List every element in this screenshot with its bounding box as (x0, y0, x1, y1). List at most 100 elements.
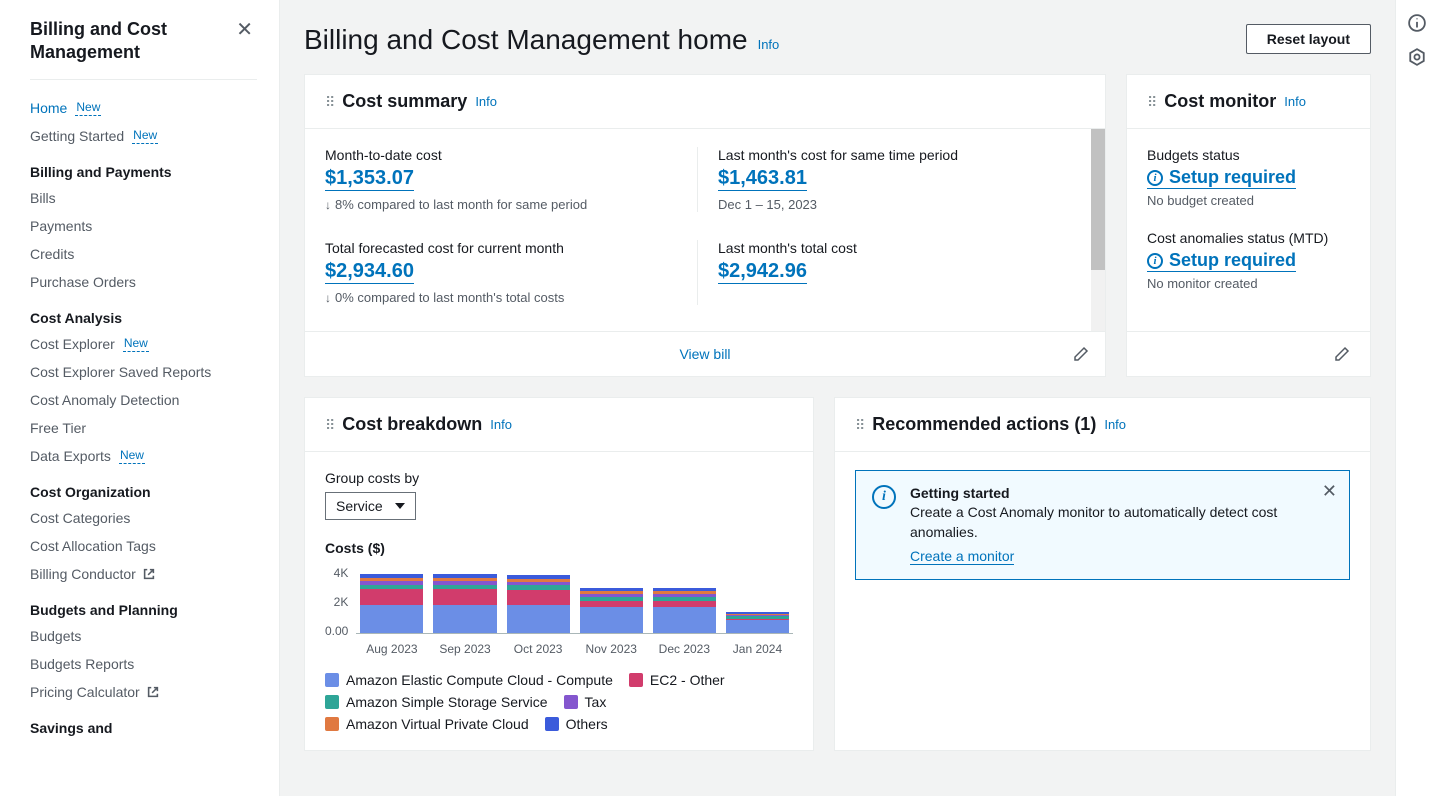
cost-monitor-title: Cost monitor (1164, 91, 1276, 112)
chevron-down-icon (395, 503, 405, 509)
external-link-icon (146, 685, 160, 699)
page-info-link[interactable]: Info (758, 37, 780, 52)
metric-label: Last month's cost for same time period (718, 147, 1051, 163)
legend-swatch (325, 717, 339, 731)
sidebar-item-billing-conductor[interactable]: Billing Conductor (30, 560, 257, 588)
x-axis-label: Aug 2023 (366, 642, 417, 656)
nav-item-label: Free Tier (30, 420, 86, 436)
metric-value-link[interactable]: $2,942.96 (718, 260, 807, 284)
cost-monitor-info[interactable]: Info (1284, 94, 1306, 109)
nav-section-heading: Savings and (30, 706, 257, 740)
sidebar-item-budgets[interactable]: Budgets (30, 622, 257, 650)
metric-value-link[interactable]: $1,353.07 (325, 167, 414, 191)
legend-item: Amazon Elastic Compute Cloud - Compute (325, 672, 613, 688)
getting-started-alert: i Getting started Create a Cost Anomaly … (855, 470, 1350, 580)
legend-swatch (564, 695, 578, 709)
cost-metric: Last month's total cost$2,942.96 (698, 240, 1071, 305)
new-badge: New (132, 128, 158, 144)
cost-summary-title: Cost summary (342, 91, 467, 112)
monitor-block: Budgets statusiSetup requiredNo budget c… (1147, 147, 1350, 208)
sidebar-item-data-exports[interactable]: Data ExportsNew (30, 442, 257, 470)
bar-oct-2023 (507, 575, 570, 634)
bar-segment (726, 620, 789, 634)
setup-required-link[interactable]: iSetup required (1147, 250, 1296, 272)
bar-aug-2023 (360, 574, 423, 634)
group-by-select[interactable]: Service (325, 492, 416, 520)
sidebar-item-cost-explorer-saved-reports[interactable]: Cost Explorer Saved Reports (30, 358, 257, 386)
sidebar-item-bills[interactable]: Bills (30, 184, 257, 212)
right-utility-rail (1395, 0, 1437, 796)
sidebar-item-cost-categories[interactable]: Cost Categories (30, 504, 257, 532)
sidebar-item-pricing-calculator[interactable]: Pricing Calculator (30, 678, 257, 706)
sidebar-item-free-tier[interactable]: Free Tier (30, 414, 257, 442)
bar-nov-2023 (580, 588, 643, 634)
info-icon: i (1147, 170, 1163, 186)
nav-item-label: Cost Explorer Saved Reports (30, 364, 211, 380)
edit-icon[interactable] (1334, 346, 1350, 362)
external-link-icon (142, 567, 156, 581)
monitor-label: Cost anomalies status (MTD) (1147, 230, 1350, 246)
legend-label: Amazon Elastic Compute Cloud - Compute (346, 672, 613, 688)
cost-breakdown-info[interactable]: Info (490, 417, 512, 432)
view-bill-link[interactable]: View bill (679, 346, 730, 362)
sidebar-item-cost-anomaly-detection[interactable]: Cost Anomaly Detection (30, 386, 257, 414)
bar-segment (360, 605, 423, 634)
sidebar-item-getting-started[interactable]: Getting Started New (30, 122, 257, 150)
close-icon[interactable]: ✕ (232, 18, 257, 42)
drag-handle-icon[interactable]: ⠿ (325, 418, 334, 432)
cost-summary-card: ⠿ Cost summary Info Month-to-date cost $1… (304, 74, 1106, 377)
bar-segment (433, 589, 496, 605)
sidebar-item-cost-explorer[interactable]: Cost ExplorerNew (30, 330, 257, 358)
main-content: Billing and Cost Management home Info Re… (280, 0, 1395, 796)
nav-item-label: Data Exports (30, 448, 111, 464)
sidebar-item-payments[interactable]: Payments (30, 212, 257, 240)
legend-swatch (629, 673, 643, 687)
edit-icon[interactable] (1073, 346, 1089, 362)
recommended-info[interactable]: Info (1104, 417, 1126, 432)
cost-summary-info[interactable]: Info (475, 94, 497, 109)
nav-item-label: Credits (30, 246, 74, 262)
metric-label: Month-to-date cost (325, 147, 677, 163)
nav-item-label: Budgets Reports (30, 656, 134, 672)
settings-icon[interactable] (1408, 48, 1426, 66)
sidebar-item-budgets-reports[interactable]: Budgets Reports (30, 650, 257, 678)
bar-segment (507, 590, 570, 605)
nav-item-label: Cost Anomaly Detection (30, 392, 179, 408)
cost-breakdown-title: Cost breakdown (342, 414, 482, 435)
nav-item-label: Cost Categories (30, 510, 130, 526)
drag-handle-icon[interactable]: ⠿ (855, 418, 864, 432)
sidebar-title: Billing and Cost Management (30, 18, 232, 65)
info-icon: i (1147, 253, 1163, 269)
legend-item: EC2 - Other (629, 672, 725, 688)
legend-swatch (325, 673, 339, 687)
drag-handle-icon[interactable]: ⠿ (325, 95, 334, 109)
create-monitor-link[interactable]: Create a monitor (910, 548, 1014, 565)
nav-item-label: Home (30, 100, 67, 116)
arrow-down-icon: ↓ (325, 198, 331, 212)
sidebar-item-cost-allocation-tags[interactable]: Cost Allocation Tags (30, 532, 257, 560)
close-icon[interactable]: ✕ (1322, 481, 1337, 502)
info-icon[interactable] (1408, 14, 1426, 32)
nav-item-label: Getting Started (30, 128, 124, 144)
drag-handle-icon[interactable]: ⠿ (1147, 95, 1156, 109)
nav-section-heading: Billing and Payments (30, 150, 257, 184)
legend-label: EC2 - Other (650, 672, 725, 688)
sidebar-item-home[interactable]: HomeNew (30, 94, 257, 122)
x-axis-label: Oct 2023 (514, 642, 563, 656)
setup-required-link[interactable]: iSetup required (1147, 167, 1296, 189)
sidebar-item-purchase-orders[interactable]: Purchase Orders (30, 268, 257, 296)
scrollbar[interactable] (1091, 129, 1105, 331)
reset-layout-button[interactable]: Reset layout (1246, 24, 1371, 54)
x-axis-label: Jan 2024 (733, 642, 782, 656)
metric-value-link[interactable]: $1,463.81 (718, 167, 807, 191)
x-axis-label: Nov 2023 (586, 642, 637, 656)
nav-item-label: Cost Explorer (30, 336, 115, 352)
bar-segment (360, 589, 423, 605)
sidebar[interactable]: Billing and Cost Management ✕ HomeNewGet… (0, 0, 280, 796)
sidebar-item-credits[interactable]: Credits (30, 240, 257, 268)
group-by-value: Service (336, 498, 383, 514)
legend-label: Tax (585, 694, 607, 710)
info-icon: i (872, 485, 896, 509)
metric-value-link[interactable]: $2,934.60 (325, 260, 414, 284)
arrow-down-icon: ↓ (325, 291, 331, 305)
